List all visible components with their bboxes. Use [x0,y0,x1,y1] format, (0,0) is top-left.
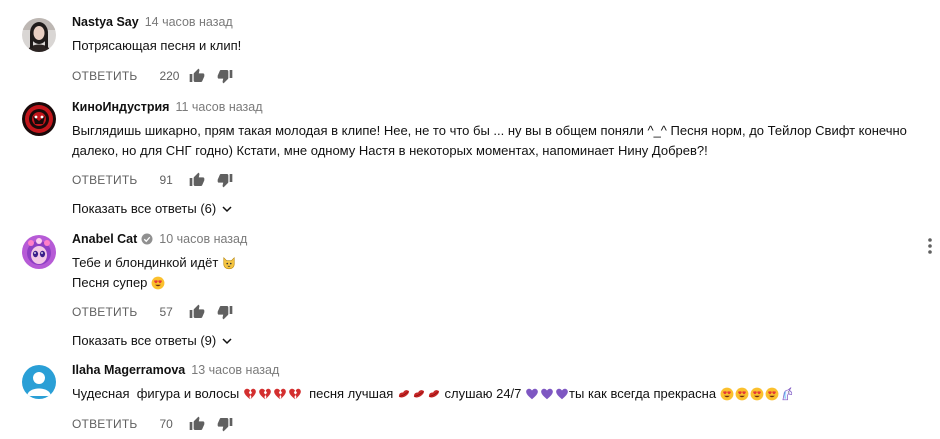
comment-text: Выглядишь шикарно, прям такая молодая в … [72,121,920,160]
comment-line: Чудесная фигура и волосы песня лучшая сл… [72,384,920,404]
cartoon-avatar-icon [22,235,56,269]
comment-time[interactable]: 13 часов назад [191,363,279,377]
unicorn-emoji-icon [782,387,792,401]
thumbs-down-icon[interactable] [217,304,233,320]
comment-text: Чудесная фигура и волосы песня лучшая сл… [72,384,920,404]
comment-line-text: Песня супер [72,274,148,290]
purple-heart-emoji-icon [541,388,553,400]
comment-header: Anabel Cat 10 часов назад [72,231,920,247]
author-name[interactable]: Ilaha Magerramova [72,363,185,377]
avatar-nastya-say[interactable] [22,18,56,52]
comment-line: Потрясающая песня и клип! [72,38,242,53]
heart-eyes-emoji-icon [151,276,165,289]
show-replies-button[interactable]: Показать все ответы (9) [72,333,233,348]
thumbs-up-icon[interactable] [189,172,205,188]
heart-eyes-emoji-icon [720,387,734,401]
lips-emoji-icon [428,390,439,398]
author-name[interactable]: КиноИндустрия [72,100,169,114]
avatar-anabel-cat[interactable] [22,235,56,269]
thumbs-up-icon[interactable] [189,68,205,84]
like-count: 70 [159,416,173,431]
reply-button[interactable]: ОТВЕТИТЬ [72,173,137,187]
like-count: 220 [159,68,180,83]
photo-avatar-icon [22,18,56,52]
comment-header: КиноИндустрия 11 часов назад [72,99,920,115]
comment-line: Тебе и блондинкой идёт [72,253,920,273]
verified-check-icon [141,233,153,245]
comment-body: Anabel Cat 10 часов назад Тебе и блондинк… [72,231,920,350]
comment-body: Nastya Say 14 часов назад Потрясающая пес… [72,14,920,85]
cat-face-emoji-icon [223,257,235,270]
comment-header: Ilaha Magerramova 13 часов назад [72,362,920,378]
chevron-down-icon [222,205,232,212]
purple-heart-emoji-icon [556,388,568,400]
thumbs-down-icon[interactable] [217,172,233,188]
broken-heart-emoji-icon [244,388,256,400]
reply-button[interactable]: ОТВЕТИТЬ [72,417,137,431]
red-logo-avatar-icon [22,102,56,136]
heart-eyes-emoji-icon [735,387,749,401]
thumbs-up-icon[interactable] [189,304,205,320]
comment-actions: ОТВЕТИТЬ 220 [72,67,920,85]
default-user-avatar-icon [22,365,56,399]
broken-heart-emoji-icon [274,388,286,400]
author-name[interactable]: Anabel Cat [72,232,137,246]
comment-text-part: песня лучшая [301,386,394,401]
broken-heart-emoji-icon [289,388,301,400]
comment-text: Тебе и блондинкой идёт Песня супер [72,253,920,292]
comment-time[interactable]: 14 часов назад [145,15,233,29]
comment-actions: ОТВЕТИТЬ 70 [72,415,920,433]
comment-body: КиноИндустрия 11 часов назад Выглядишь ши… [72,99,920,218]
author-name[interactable]: Nastya Say [72,15,139,29]
avatar-ilaha-magerramova[interactable] [22,365,56,399]
comment-body: Ilaha Magerramova 13 часов назад Чудесная… [72,362,920,433]
comment-time[interactable]: 10 часов назад [159,232,247,246]
comment-header: Nastya Say 14 часов назад [72,14,920,30]
show-replies-label: Показать все ответы (6) [72,201,217,216]
show-replies-label: Показать все ответы (9) [72,333,217,348]
purple-heart-emoji-icon [526,388,538,400]
like-count: 91 [159,173,173,187]
lips-emoji-icon [413,390,424,398]
broken-heart-emoji-icon [259,388,271,400]
comment-line: далеко, но для СНГ годно) Кстати, мне од… [72,142,708,158]
comment-time[interactable]: 11 часов назад [175,100,262,114]
comment-line: Песня супер [72,273,920,293]
comment-actions: ОТВЕТИТЬ 57 [72,303,920,321]
comment-text-part: Чудесная фигура и волосы [72,386,240,401]
lips-emoji-icon [398,390,409,398]
thumbs-up-icon[interactable] [189,416,205,432]
show-replies-button[interactable]: Показать все ответы (6) [72,201,233,216]
heart-eyes-emoji-icon [765,387,779,401]
comment-text-part: ты как всегда прекрасна [569,386,717,401]
comment-line: Выглядишь шикарно, прям такая молодая в … [72,123,907,138]
reply-button[interactable]: ОТВЕТИТЬ [72,69,137,83]
thumbs-down-icon[interactable] [217,68,233,84]
avatar-kinoindustriya[interactable] [22,102,56,136]
heart-eyes-emoji-icon [750,387,764,401]
comment-line-text: Тебе и блондинкой идёт [72,255,219,270]
thumbs-down-icon[interactable] [217,416,233,432]
like-count: 57 [159,305,173,319]
comment-actions: ОТВЕТИТЬ 91 [72,171,920,189]
comment-text-part: слушаю 24/7 [440,386,522,401]
more-options-icon[interactable] [926,237,934,255]
reply-button[interactable]: ОТВЕТИТЬ [72,305,137,319]
chevron-down-icon [222,337,232,344]
comment-text: Потрясающая песня и клип! [72,36,920,56]
